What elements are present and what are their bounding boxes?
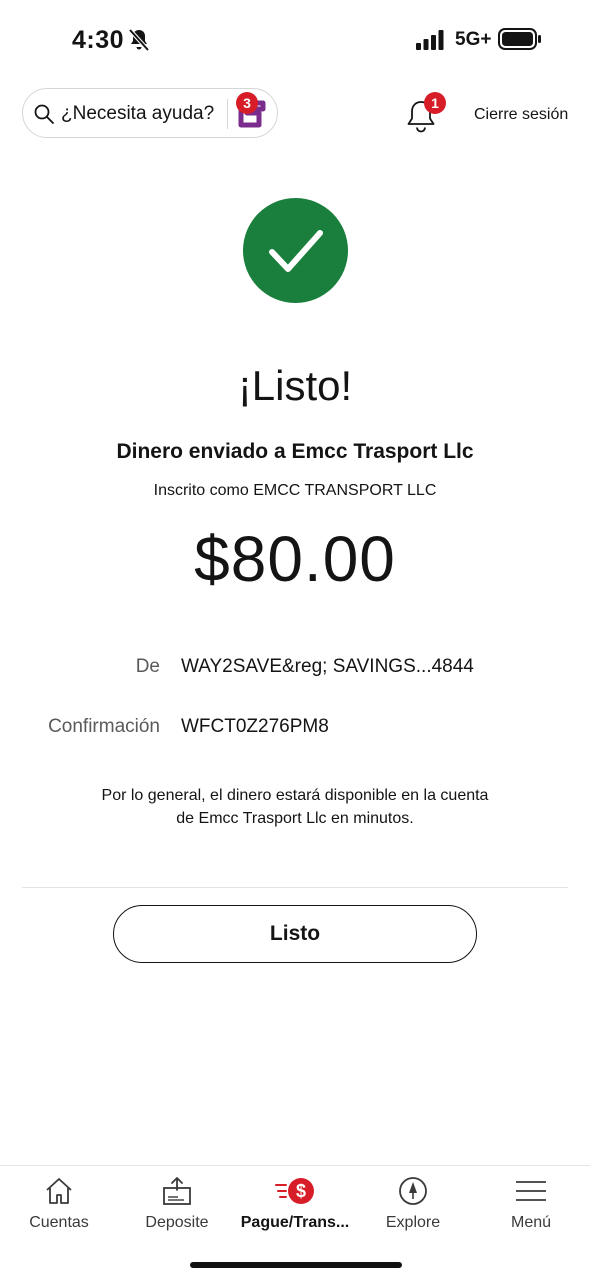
signout-link[interactable]: Cierre sesión — [474, 106, 568, 124]
confirmation-number-value: WFCT0Z276PM8 — [181, 716, 329, 737]
nav-item-pay-transfer[interactable]: $ Pague/Trans... — [236, 1166, 354, 1246]
nav-label: Menú — [510, 1214, 552, 1231]
page-title: ¡Listo! — [237, 362, 353, 409]
signal-bars-icon — [416, 30, 444, 50]
section-divider — [22, 887, 568, 888]
assistant-badge: 3 — [236, 92, 258, 114]
from-account-value: WAY2SAVE&reg; SAVINGS...4844 — [181, 656, 474, 677]
nav-label: Pague/Trans... — [240, 1214, 350, 1231]
transfer-amount: $80.00 — [194, 523, 396, 595]
hamburger-menu-icon — [516, 1181, 546, 1201]
home-icon — [46, 1178, 72, 1204]
recipient-heading: Dinero enviado a Emcc Trasport Llc — [116, 440, 474, 463]
compass-icon — [399, 1177, 427, 1205]
pay-transfer-icon: $ — [275, 1178, 314, 1204]
nav-item-deposit[interactable]: Deposite — [118, 1166, 236, 1246]
from-label: De — [135, 656, 160, 677]
network-type: 5G+ — [455, 29, 492, 50]
nav-item-explore[interactable]: Explore — [354, 1166, 472, 1246]
bell-slash-icon — [128, 28, 150, 52]
status-time: 4:30 — [72, 26, 125, 54]
pill-divider — [227, 99, 228, 129]
availability-note: Por lo general, el dinero estará disponi… — [101, 787, 489, 827]
notification-badge: 1 — [424, 92, 446, 114]
enrolled-as-text: Inscrito como EMCC TRANSPORT LLC — [153, 482, 437, 499]
confirmation-label: Confirmación — [48, 716, 160, 737]
battery-icon — [498, 28, 541, 50]
success-badge — [243, 198, 348, 303]
deposit-icon — [163, 1177, 191, 1205]
done-button[interactable]: Listo — [113, 905, 477, 963]
status-bar: 4:30 5G+ — [0, 0, 590, 80]
home-indicator[interactable] — [190, 1262, 402, 1268]
app-header: ¿Necesita ayuda? 3 1 Cierre sesión — [0, 88, 590, 144]
search-icon — [34, 104, 54, 124]
nav-item-accounts[interactable]: Cuentas — [0, 1166, 118, 1246]
nav-label: Deposite — [145, 1214, 209, 1231]
svg-text:$: $ — [296, 1181, 306, 1201]
help-search-label: ¿Necesita ayuda? — [61, 103, 215, 124]
nav-item-menu[interactable]: Menú — [472, 1166, 590, 1246]
nav-label: Cuentas — [29, 1214, 89, 1231]
nav-label: Explore — [385, 1214, 441, 1231]
checkmark-icon — [269, 230, 323, 272]
